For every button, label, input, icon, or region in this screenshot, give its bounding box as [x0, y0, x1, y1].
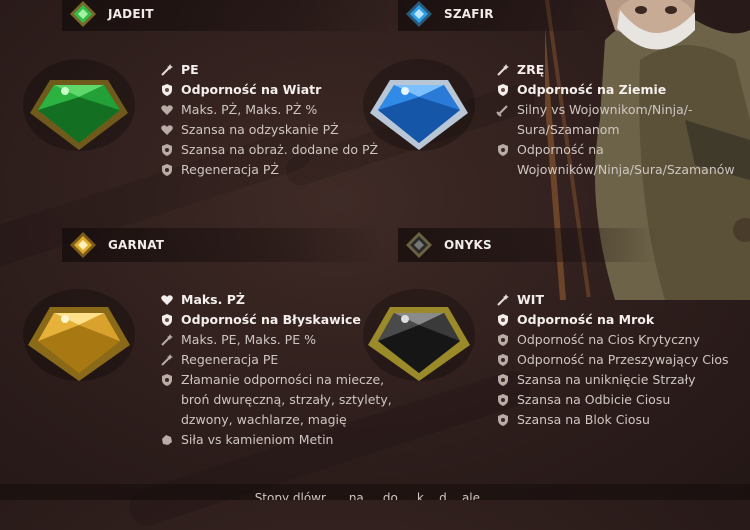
stat-row: Szansa na obraż. dodane do PŻ [160, 140, 378, 160]
wand-icon [160, 63, 174, 77]
shield-icon [160, 313, 174, 327]
shield-icon [496, 413, 510, 427]
stat-row: Siła vs kamieniom Metin [160, 430, 415, 450]
jadeit-header: JADEIT [62, 0, 392, 31]
szafir-header: SZAFIR [398, 0, 598, 31]
stat-row: ZRĘ [496, 60, 726, 80]
stat-row: Regeneracja PŻ [160, 160, 378, 180]
stat-row: Odporność na Wiatr [160, 80, 378, 100]
onyks-gem-image [360, 285, 478, 385]
jadeit-gem-image [20, 55, 138, 155]
jadeit-stats-list: PE Odporność na Wiatr Maks. PŻ, Maks. PŻ… [160, 60, 378, 180]
jadeit-title: JADEIT [108, 7, 154, 21]
szafir-emblem-icon [404, 0, 434, 29]
shield-icon [496, 373, 510, 387]
szafir-title: SZAFIR [444, 7, 494, 21]
onyks-header: ONYKS [398, 228, 658, 262]
sword-icon [496, 103, 510, 117]
stat-row: Szansa na odzyskanie PŻ [160, 120, 378, 140]
wand-icon [160, 353, 174, 367]
onyks-emblem-icon [404, 230, 434, 260]
stat-row: Odporność na Przeszywający Cios [496, 350, 729, 370]
onyks-title: ONYKS [444, 238, 492, 252]
wand-icon [496, 63, 510, 77]
szafir-gem-image [360, 55, 478, 155]
garnat-header: GARNAT [62, 228, 382, 262]
szafir-stats-list: ZRĘ Odporność na Ziemie Silny vs Wojowni… [496, 60, 735, 180]
heart-icon [160, 123, 174, 137]
wand-icon [160, 333, 174, 347]
stat-row: WIT [496, 290, 729, 310]
garnat-emblem-icon [68, 230, 98, 260]
stat-row: Szansa na uniknięcie Strzały [496, 370, 729, 390]
shield-icon [160, 143, 174, 157]
stat-row: Szansa na Odbicie Ciosu [496, 390, 729, 410]
garnat-title: GARNAT [108, 238, 165, 252]
shield-icon [496, 143, 510, 157]
shield-icon [160, 83, 174, 97]
footer-text-cutoff: Stopy dlówr, ... na ... do ... k... d...… [0, 484, 750, 500]
jadeit-emblem-icon [68, 0, 98, 29]
onyks-stats-list: WIT Odporność na Mrok Odporność na Cios … [496, 290, 729, 430]
stat-row: Maks. PŻ, Maks. PŻ % [160, 100, 378, 120]
shield-icon [496, 393, 510, 407]
stat-row: Odporność na Mrok [496, 310, 729, 330]
stat-row: PE [160, 60, 378, 80]
stat-row: Silny vs Wojownikom/Ninja/-Sura/Szamanom [496, 100, 726, 140]
shield-icon [160, 163, 174, 177]
stat-row: Odporność na Cios Krytyczny [496, 330, 729, 350]
garnat-gem-image [20, 285, 138, 385]
shield-icon [496, 353, 510, 367]
heart-icon [160, 293, 174, 307]
wand-icon [496, 293, 510, 307]
shield-icon [496, 83, 510, 97]
stat-row: Szansa na Blok Ciosu [496, 410, 729, 430]
shield-icon [496, 313, 510, 327]
stone-icon [160, 433, 174, 447]
shield-icon [496, 333, 510, 347]
stat-row: Odporność na Wojowników/Ninja/Sura/Szama… [496, 140, 735, 180]
stat-row: Odporność na Ziemie [496, 80, 726, 100]
shield-icon [160, 373, 174, 387]
heart-icon [160, 103, 174, 117]
